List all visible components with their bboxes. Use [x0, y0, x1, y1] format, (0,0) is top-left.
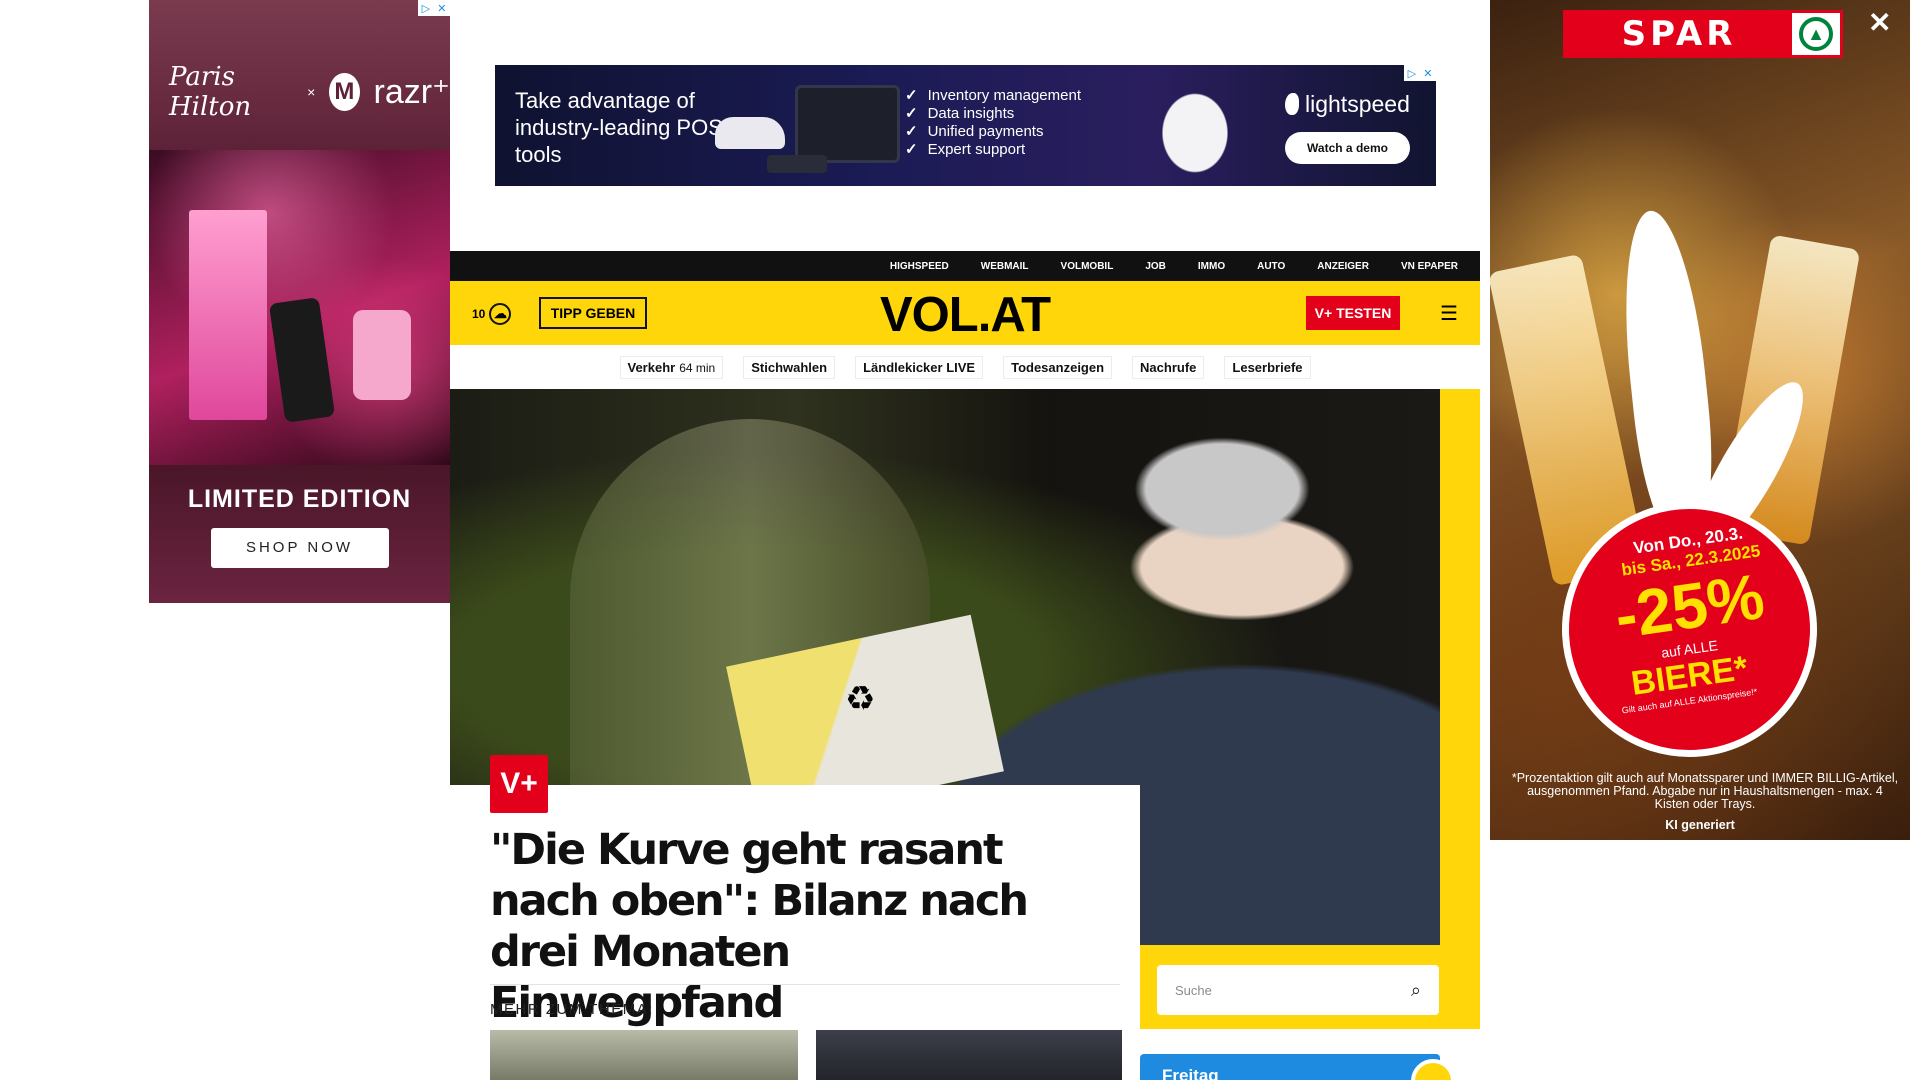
- ad-left-logos: Paris Hilton × M razr⁺: [169, 62, 450, 122]
- topbar-link-highspeed[interactable]: HIGHSPEED: [890, 261, 949, 272]
- topbar-link-job[interactable]: JOB: [1145, 261, 1166, 272]
- times-sign: ×: [307, 84, 316, 100]
- razr-logo: razr⁺: [373, 73, 451, 111]
- related-heading: MEHR ZUM THEMA:: [490, 1001, 654, 1018]
- watch-demo-button[interactable]: Watch a demo: [1285, 132, 1410, 164]
- ad-left-product-photo: [149, 150, 450, 465]
- search-icon[interactable]: ⌕: [1411, 980, 1421, 1001]
- search-placeholder: Suche: [1175, 982, 1212, 998]
- topbar-link-anzeiger[interactable]: ANZEIGER: [1317, 261, 1369, 272]
- pos-tablet-image: [795, 85, 900, 163]
- nav-item-laendlekicker[interactable]: Ländlekicker LIVE: [855, 355, 984, 379]
- topbar-link-volmobil[interactable]: VOLMOBIL: [1061, 261, 1114, 272]
- flame-icon: [1285, 93, 1299, 115]
- ad-left-razr[interactable]: ▷ ✕ Paris Hilton × M razr⁺ LIMITED EDITIO…: [149, 0, 450, 603]
- motorola-logo-icon: M: [329, 73, 360, 111]
- nav-item-todesanzeigen[interactable]: Todesanzeigen: [1003, 355, 1113, 379]
- topbar-link-immo[interactable]: IMMO: [1198, 261, 1225, 272]
- related-thumbnail[interactable]: [490, 1030, 798, 1080]
- pfand-symbol-icon: ♻: [845, 680, 876, 718]
- service-topbar: HIGHSPEED WEBMAIL VOLMOBIL JOB IMMO AUTO…: [450, 251, 1480, 281]
- sneaker-image-2: [1145, 73, 1245, 173]
- site-header: 10 ☁ TIPP GEBEN VOL.AT V+ TESTEN ☰: [450, 281, 1480, 345]
- bullet-item: Data insights: [905, 105, 1081, 123]
- nav-item-nachrufe[interactable]: Nachrufe: [1132, 355, 1205, 379]
- topbar-link-vn-epaper[interactable]: VN EPAPER: [1401, 261, 1458, 272]
- hero-article[interactable]: ♻ V+ "Die Kurve geht rasant nach oben": …: [450, 389, 1480, 1080]
- ai-generated-label: KI generiert: [1665, 818, 1735, 832]
- bullet-item: Unified payments: [905, 123, 1081, 141]
- lightspeed-logo: lightspeed: [1285, 91, 1410, 118]
- spar-wordmark: SPAR: [1566, 13, 1792, 55]
- shop-now-button[interactable]: SHOP NOW: [210, 528, 389, 568]
- topic-nav: Verkehr 64 min Stichwahlen Ländlekicker L…: [450, 345, 1480, 389]
- weather-day-card[interactable]: Freitag: [1140, 1054, 1440, 1080]
- phone-black: [268, 297, 336, 423]
- vplus-test-button[interactable]: V+ TESTEN: [1306, 296, 1400, 330]
- ad-choices-icon[interactable]: ▷ ✕: [1404, 65, 1436, 81]
- hero-card: V+ "Die Kurve geht rasant nach oben": Bi…: [450, 755, 1140, 1080]
- ad-right-disclaimer: *Prozentaktion gilt auch auf Monatsspare…: [1511, 771, 1899, 811]
- hero-headline[interactable]: "Die Kurve geht rasant nach oben": Bilan…: [490, 825, 1090, 1029]
- ad-left-headline: LIMITED EDITION: [187, 485, 412, 513]
- nav-item-label: Verkehr: [627, 359, 676, 375]
- topbar-link-webmail[interactable]: WEBMAIL: [981, 261, 1029, 272]
- ad-left-footer: LIMITED EDITION SHOP NOW: [149, 465, 450, 603]
- sneaker-image: [715, 117, 785, 149]
- ad-choices-icon[interactable]: ▷ ✕: [418, 0, 450, 16]
- related-thumbnail[interactable]: [816, 1030, 1122, 1080]
- ad-left-header: ▷ ✕ Paris Hilton × M razr⁺: [149, 0, 450, 150]
- vol-at-site: HIGHSPEED WEBMAIL VOLMOBIL JOB IMMO AUTO…: [450, 251, 1480, 1080]
- discount-badge: Von Do., 20.3. bis Sa., 22.3.2025 -25% a…: [1562, 502, 1817, 757]
- traffic-delay: 64 min: [679, 360, 716, 375]
- ad-top-bullets: Inventory management Data insights Unifi…: [905, 87, 1081, 159]
- topbar-link-auto[interactable]: AUTO: [1257, 261, 1285, 272]
- vplus-badge: V+: [490, 755, 548, 813]
- ad-top-lightspeed[interactable]: Take advantage of industry-leading POS t…: [495, 65, 1436, 186]
- bullet-item: Expert support: [905, 141, 1081, 159]
- product-box: [189, 210, 267, 420]
- lightspeed-wordmark: lightspeed: [1305, 91, 1410, 117]
- spar-tree-icon: ▲: [1799, 17, 1833, 51]
- paris-hilton-signature: Paris Hilton: [169, 62, 252, 122]
- card-reader-image: [767, 155, 827, 173]
- phone-pink: [353, 310, 411, 400]
- close-icon[interactable]: ✕: [1868, 6, 1891, 39]
- nav-item-verkehr[interactable]: Verkehr 64 min: [619, 355, 724, 379]
- nav-item-leserbriefe[interactable]: Leserbriefe: [1224, 355, 1311, 379]
- spar-logo: SPAR ▲: [1563, 10, 1843, 58]
- menu-search-icon[interactable]: ☰: [1440, 301, 1466, 325]
- divider: [490, 984, 1120, 985]
- nav-item-stichwahlen[interactable]: Stichwahlen: [743, 355, 836, 379]
- ad-right-spar[interactable]: SPAR ▲ ✕ Von Do., 20.3. bis Sa., 22.3.20…: [1490, 0, 1910, 840]
- ad-top-headline: Take advantage of industry-leading POS t…: [515, 88, 723, 167]
- bullet-item: Inventory management: [905, 87, 1081, 105]
- search-field[interactable]: Suche ⌕: [1157, 965, 1439, 1015]
